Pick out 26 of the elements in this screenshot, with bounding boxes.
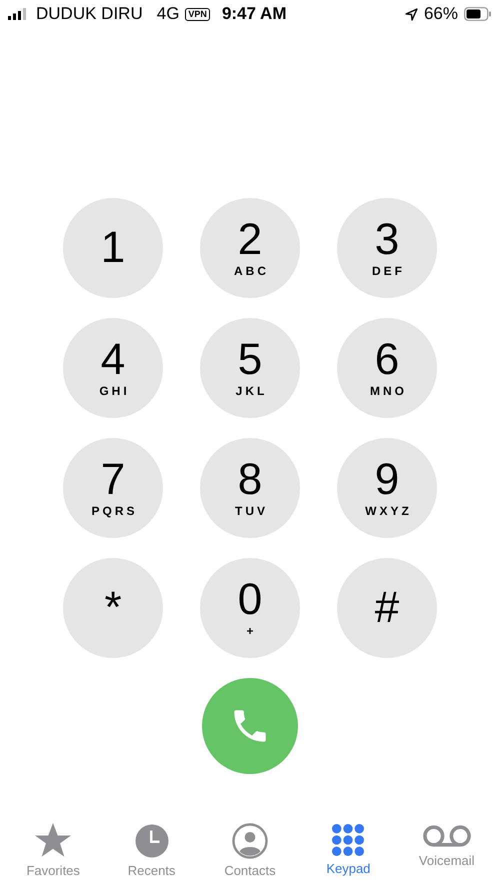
keypad-icon	[331, 823, 366, 857]
dial-key[interactable]: *	[63, 558, 163, 658]
voicemail-icon	[422, 823, 472, 849]
dial-key[interactable]: 0 +	[200, 558, 300, 658]
dial-key[interactable]: 6 MNO	[337, 318, 437, 418]
tab-bar-item[interactable]: Keypad	[300, 823, 396, 889]
network-type: 4G	[156, 4, 180, 24]
clock-icon	[134, 823, 170, 859]
person-icon	[232, 823, 268, 859]
vpn-badge: VPN	[185, 8, 210, 20]
dial-key[interactable]: 9 WXYZ	[337, 438, 437, 538]
location-icon	[404, 8, 418, 20]
battery-icon	[464, 7, 492, 21]
signal-icon	[8, 8, 28, 20]
dial-key[interactable]: 1	[63, 198, 163, 298]
dial-key[interactable]: 3 DEF	[337, 198, 437, 298]
clock-time: 9:47 AM	[222, 4, 286, 24]
dial-key[interactable]: #	[337, 558, 437, 658]
star-icon	[34, 823, 72, 859]
battery-percent: 66%	[424, 4, 458, 24]
dial-key[interactable]: 2 ABC	[200, 198, 300, 298]
dial-key[interactable]: 8 TUV	[200, 438, 300, 538]
dial-key[interactable]: 7 PQRS	[63, 438, 163, 538]
dial-key[interactable]: 4 GHI	[63, 318, 163, 418]
carrier-name: DUDUK DIRU	[36, 4, 143, 24]
dial-key[interactable]: 5 JKL	[200, 318, 300, 418]
